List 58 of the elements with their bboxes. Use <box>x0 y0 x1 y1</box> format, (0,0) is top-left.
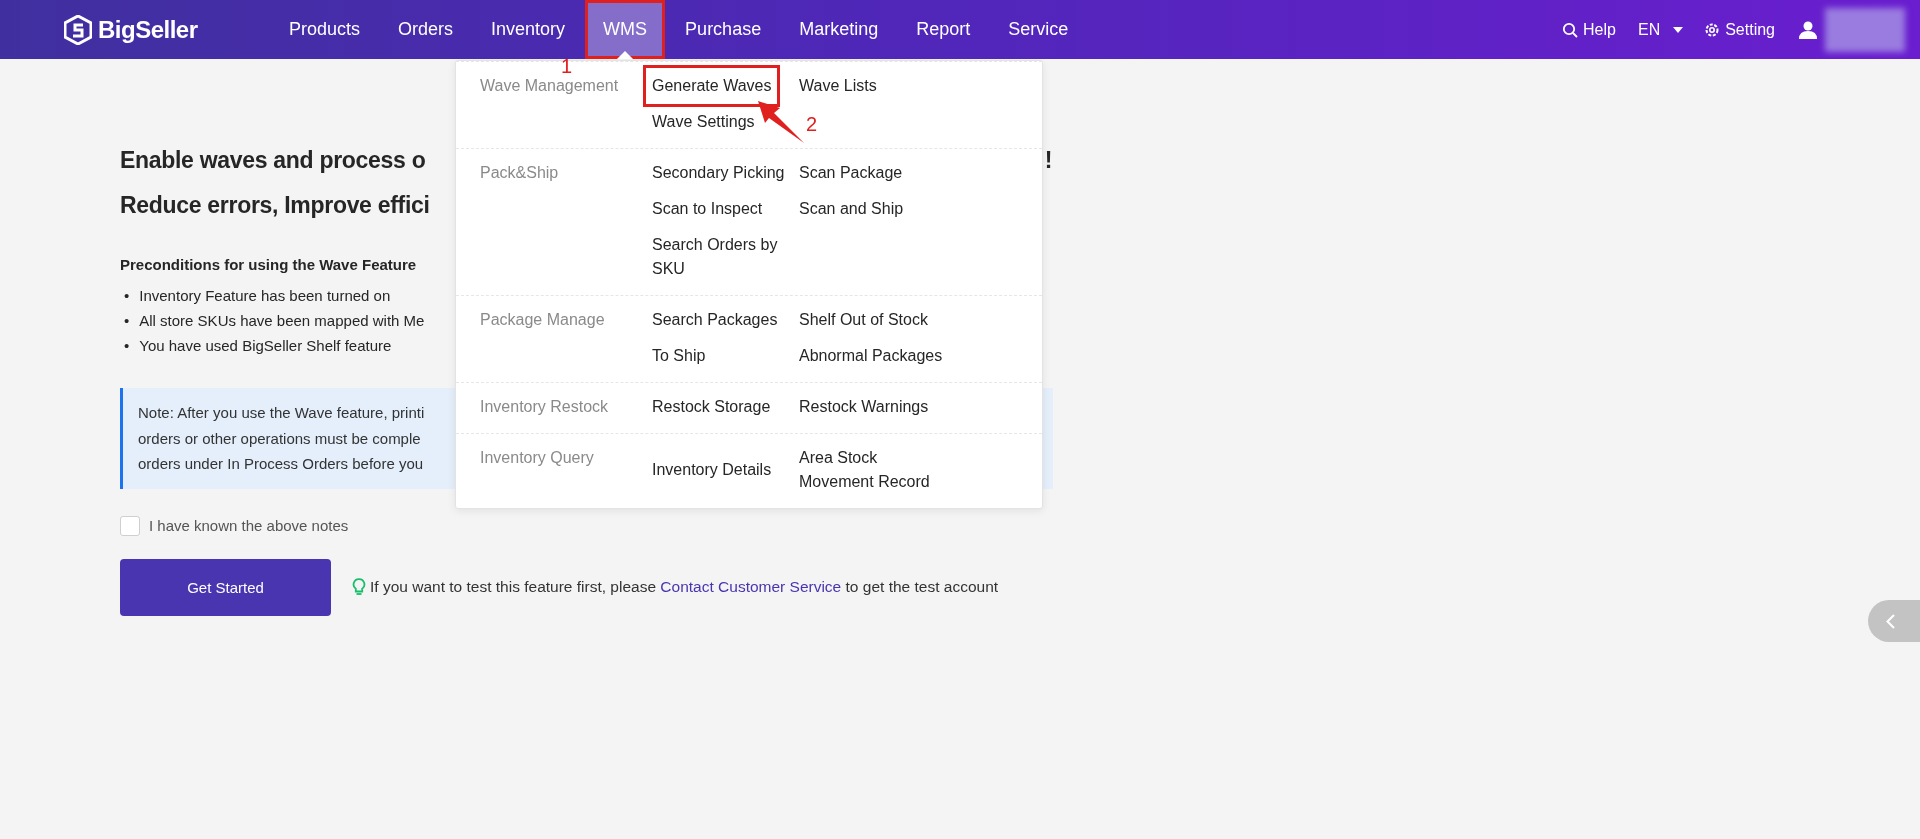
list-item: Inventory Feature has been turned on <box>139 286 391 306</box>
setting-button[interactable]: Setting <box>1704 20 1775 39</box>
nav-tab[interactable]: Products <box>271 0 379 59</box>
collapse-handle[interactable] <box>1868 600 1920 642</box>
menu-item[interactable]: Wave Settings <box>652 110 755 134</box>
menu-item[interactable]: Restock Warnings <box>799 395 929 419</box>
logo-text: BigSeller <box>98 15 198 44</box>
menu-category: Inventory Restock <box>480 397 610 417</box>
list-item: All store SKUs have been mapped with Me <box>139 311 425 331</box>
logo-icon <box>64 14 92 45</box>
menu-item[interactable]: Search Orders by SKU <box>652 233 799 281</box>
list-item: You have used BigSeller Shelf feature <box>139 336 392 356</box>
caret-icon <box>1673 26 1684 33</box>
note-text: orders or other operations must be comple <box>138 428 421 449</box>
menu-item[interactable]: Secondary Picking <box>652 161 785 185</box>
menu-item[interactable]: Abnormal Packages <box>799 344 943 368</box>
bullet: • <box>124 311 130 331</box>
menu-item[interactable]: Scan to Inspect <box>652 197 763 221</box>
help-link[interactable]: Help <box>1562 20 1616 39</box>
get-started-button[interactable]: Get Started <box>120 558 331 616</box>
menu-category: Pack&Ship <box>480 163 560 183</box>
search-icon <box>1562 21 1579 38</box>
menu-item[interactable]: Area Stock Movement Record <box>799 446 949 494</box>
settings-icon <box>1704 21 1721 38</box>
nav-tab[interactable]: Service <box>990 0 1087 59</box>
nav-tab[interactable]: Purchase <box>667 0 780 59</box>
menu-item[interactable]: Scan and Ship <box>799 197 904 221</box>
menu-item[interactable]: Inventory Details <box>652 446 772 494</box>
lightbulb-icon <box>352 578 366 596</box>
headline: Enable waves and process o <box>120 146 426 175</box>
note-text: Note: After you use the Wave feature, printi <box>138 403 425 423</box>
user-icon[interactable] <box>1799 20 1817 39</box>
menu-category: Wave Management <box>480 76 620 96</box>
headline: ! <box>1044 146 1052 175</box>
menu-category: Inventory Query <box>480 448 595 468</box>
menu-item[interactable]: Restock Storage <box>652 395 771 419</box>
section-title: Preconditions for using the Wave Feature <box>120 255 417 275</box>
chevron-left-icon <box>1885 613 1895 629</box>
note-text: orders under In Process Orders before you <box>138 454 424 474</box>
checkbox[interactable] <box>120 515 140 536</box>
tip-text: If you want to test this feature first, please Contact Customer Service to get the test account <box>370 578 999 596</box>
contact-link[interactable]: Contact Customer Service <box>660 578 842 595</box>
nav-tab[interactable]: Report <box>898 0 989 59</box>
nav-tab[interactable]: Marketing <box>781 0 897 59</box>
annotation-number: 2 <box>806 113 818 135</box>
nav-tab[interactable]: Orders <box>380 0 472 59</box>
bullet: • <box>124 286 130 306</box>
menu-item[interactable]: Shelf Out of Stock <box>799 308 928 332</box>
menu-item[interactable]: Wave Lists <box>799 74 877 98</box>
bullet: • <box>124 336 130 356</box>
menu-item[interactable]: Generate Waves <box>643 65 781 107</box>
headline: Reduce errors, Improve effici <box>120 191 430 220</box>
menu-item[interactable]: To Ship <box>652 344 706 368</box>
menu-category: Package Manage <box>480 310 606 330</box>
menu-item[interactable]: Scan Package <box>799 161 903 185</box>
language-select[interactable]: EN <box>1637 20 1684 39</box>
checkbox-label: I have known the above notes <box>149 517 349 534</box>
menu-item[interactable]: Search Packages <box>652 308 778 332</box>
